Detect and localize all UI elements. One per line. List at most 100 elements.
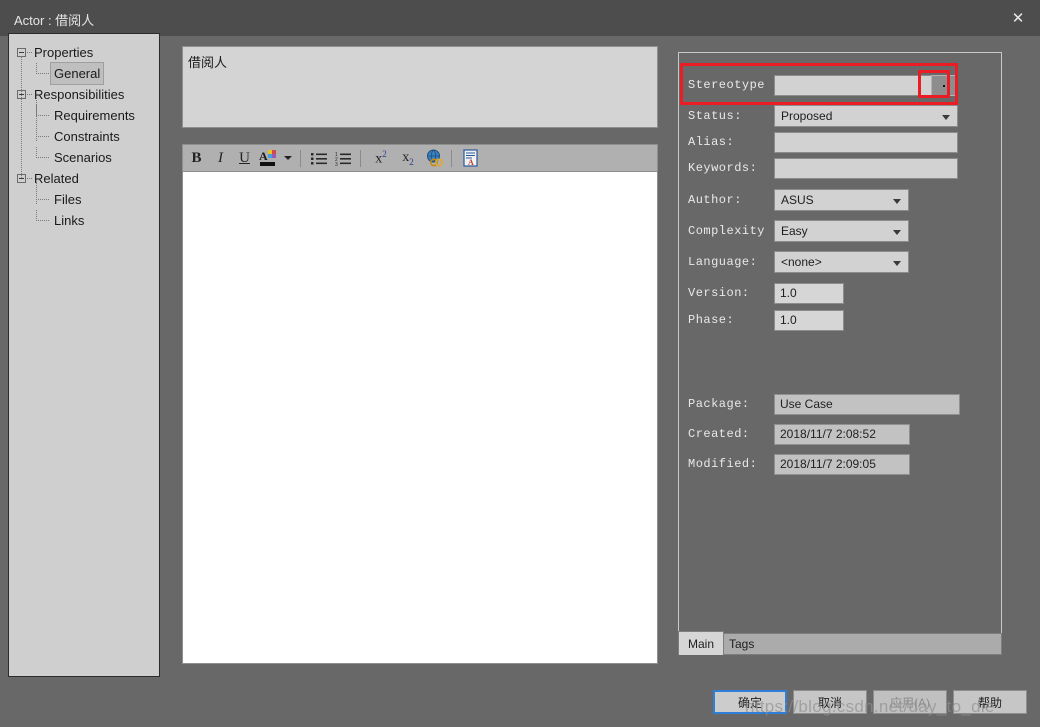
keywords-row: Keywords: xyxy=(688,158,988,180)
stereotype-label: Stereotype xyxy=(688,78,766,92)
chevron-down-icon xyxy=(942,115,950,120)
svg-text:A: A xyxy=(468,158,474,167)
navigation-tree[interactable]: Properties General Responsibilities Require… xyxy=(8,33,160,677)
status-label: Status: xyxy=(688,109,742,123)
sidebar-item-related[interactable]: Related xyxy=(9,168,159,189)
sidebar-item-links[interactable]: Links xyxy=(9,210,159,231)
complexity-dropdown[interactable]: Easy xyxy=(774,220,909,242)
sidebar-item-responsibilities[interactable]: Responsibilities xyxy=(9,84,159,105)
toolbar-separator-2 xyxy=(360,149,361,167)
sidebar-item-label: Related xyxy=(34,171,79,186)
bullet-list-glyph xyxy=(311,152,327,164)
rich-text-toolbar: B I U A 1 2 3 x2 x2 A xyxy=(182,144,658,171)
tree-connector xyxy=(36,73,49,74)
notes-editor[interactable] xyxy=(182,171,658,664)
author-row: Author: ASUS xyxy=(688,189,988,212)
sidebar-item-label: Scenarios xyxy=(54,150,112,165)
subscript-icon[interactable]: x2 xyxy=(396,148,420,169)
language-row: Language: <none> xyxy=(688,251,988,274)
hyperlink-glyph xyxy=(426,149,443,167)
sidebar-item-constraints[interactable]: Constraints xyxy=(9,126,159,147)
notes-editor-content[interactable] xyxy=(189,176,653,659)
package-label: Package: xyxy=(688,397,750,411)
underline-icon[interactable]: U xyxy=(234,148,255,169)
modified-label: Modified: xyxy=(688,457,758,471)
tab-main[interactable]: Main xyxy=(678,631,725,655)
sidebar-item-files[interactable]: Files xyxy=(9,189,159,210)
superscript-icon[interactable]: x2 xyxy=(369,148,393,169)
created-label: Created: xyxy=(688,427,750,441)
author-dropdown[interactable]: ASUS xyxy=(774,189,909,211)
alias-input[interactable] xyxy=(774,132,958,153)
toolbar-separator-1 xyxy=(300,149,301,167)
sidebar-item-requirements[interactable]: Requirements xyxy=(9,105,159,126)
sidebar-item-label: Responsibilities xyxy=(34,87,125,102)
alias-row: Alias: xyxy=(688,132,988,154)
tree-branch-connector xyxy=(36,98,37,141)
tree-connector xyxy=(36,147,37,158)
cancel-button[interactable]: 取消 xyxy=(793,690,867,714)
complexity-label: Complexity xyxy=(688,224,766,238)
italic-icon[interactable]: I xyxy=(210,148,231,169)
status-row: Status: Proposed xyxy=(688,105,988,128)
insert-document-icon[interactable]: A xyxy=(460,148,481,169)
complexity-value: Easy xyxy=(781,224,808,238)
toolbar-separator-3 xyxy=(451,149,452,167)
phase-row: Phase: 1.0 xyxy=(688,310,988,332)
tree-trunk-connector xyxy=(21,56,22,178)
complexity-row: Complexity Easy xyxy=(688,220,988,243)
insert-document-glyph: A xyxy=(462,149,478,167)
browse-dot-icon xyxy=(943,84,945,87)
author-value: ASUS xyxy=(781,193,814,207)
status-value: Proposed xyxy=(781,109,833,123)
numbered-list-glyph: 1 2 3 xyxy=(335,152,351,166)
element-name-value: 借阅人 xyxy=(188,55,228,70)
svg-text:3: 3 xyxy=(335,162,338,166)
sidebar-item-scenarios[interactable]: Scenarios xyxy=(9,147,159,168)
package-row: Package: Use Case xyxy=(688,394,988,416)
svg-text:A: A xyxy=(259,149,268,163)
sidebar-item-general[interactable]: General xyxy=(9,62,159,85)
stereotype-row: Stereotype xyxy=(688,75,988,97)
help-button[interactable]: 帮助 xyxy=(953,690,1027,714)
numbered-list-icon[interactable]: 1 2 3 xyxy=(333,148,354,169)
bullet-list-icon[interactable] xyxy=(309,148,330,169)
chevron-down-icon xyxy=(893,199,901,204)
font-color-glyph: A xyxy=(259,149,276,166)
version-input[interactable]: 1.0 xyxy=(774,283,844,304)
title-bar: Actor : 借阅人 ✕ xyxy=(0,0,1040,36)
ok-button[interactable]: 确定 xyxy=(713,690,787,714)
stereotype-input[interactable] xyxy=(774,75,936,96)
font-color-icon[interactable]: A xyxy=(258,148,279,169)
tree-connector xyxy=(36,136,49,137)
close-icon[interactable]: ✕ xyxy=(996,0,1040,36)
element-name-field[interactable]: 借阅人 xyxy=(182,46,658,128)
sidebar-item-label: Requirements xyxy=(54,108,135,123)
sidebar-item-properties[interactable]: Properties xyxy=(9,42,159,63)
tree-connector xyxy=(36,210,37,221)
chevron-down-icon xyxy=(893,230,901,235)
stereotype-browse-button[interactable] xyxy=(931,75,957,96)
bold-icon[interactable]: B xyxy=(186,148,207,169)
language-value: <none> xyxy=(781,255,822,269)
author-label: Author: xyxy=(688,193,742,207)
sidebar-item-label: General xyxy=(49,62,105,85)
language-dropdown[interactable]: <none> xyxy=(774,251,909,273)
hyperlink-icon[interactable] xyxy=(423,148,445,169)
tree-branch-connector xyxy=(36,182,37,204)
phase-label: Phase: xyxy=(688,313,735,327)
font-color-dropdown-icon[interactable] xyxy=(282,148,294,169)
status-dropdown[interactable]: Proposed xyxy=(774,105,958,127)
tab-tags[interactable]: Tags xyxy=(720,633,764,655)
tree-connector xyxy=(36,157,49,158)
created-row: Created: 2018/11/7 2:08:52 xyxy=(688,424,988,446)
keywords-input[interactable] xyxy=(774,158,958,179)
version-row: Version: 1.0 xyxy=(688,283,988,305)
properties-panel: Stereotype Status: Proposed Alias: Keywo… xyxy=(678,52,1002,653)
alias-label: Alias: xyxy=(688,135,735,149)
language-label: Language: xyxy=(688,255,758,269)
sidebar-item-label: Links xyxy=(54,213,85,228)
sidebar-item-label: Constraints xyxy=(54,129,120,144)
phase-input[interactable]: 1.0 xyxy=(774,310,844,331)
version-label: Version: xyxy=(688,286,750,300)
